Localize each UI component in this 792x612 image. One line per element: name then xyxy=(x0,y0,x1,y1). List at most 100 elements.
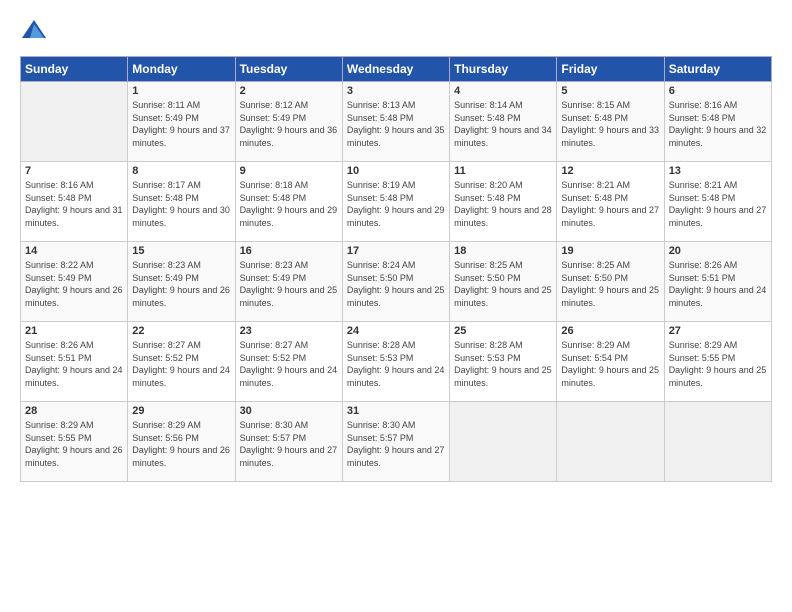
day-info: Sunrise: 8:21 AMSunset: 5:48 PMDaylight:… xyxy=(561,179,659,229)
day-cell xyxy=(664,402,771,482)
day-number: 19 xyxy=(561,245,659,257)
day-cell: 15 Sunrise: 8:23 AMSunset: 5:49 PMDayligh… xyxy=(128,242,235,322)
day-info: Sunrise: 8:27 AMSunset: 5:52 PMDaylight:… xyxy=(240,339,338,389)
day-cell: 24Sunrise: 8:28 AMSunset: 5:53 PMDayligh… xyxy=(342,322,449,402)
day-info: Sunrise: 8:29 AMSunset: 5:55 PMDaylight:… xyxy=(669,339,767,389)
day-info: Sunrise: 8:23 AMSunset: 5:49 PMDaylight:… xyxy=(132,259,230,309)
day-cell: 26 Sunrise: 8:29 AMSunset: 5:54 PMDayligh… xyxy=(557,322,664,402)
day-info: Sunrise: 8:19 AMSunset: 5:48 PMDaylight:… xyxy=(347,179,445,229)
day-info: Sunrise: 8:18 AMSunset: 5:48 PMDaylight:… xyxy=(240,179,338,229)
day-cell: 22 Sunrise: 8:27 AMSunset: 5:52 PMDayligh… xyxy=(128,322,235,402)
week-row-1: 7Sunrise: 8:16 AMSunset: 5:48 PMDaylight… xyxy=(21,162,772,242)
day-cell: 31 Sunrise: 8:30 AMSunset: 5:57 PMDayligh… xyxy=(342,402,449,482)
day-number: 22 xyxy=(132,325,230,337)
day-cell: 6Sunrise: 8:16 AMSunset: 5:48 PMDaylight… xyxy=(664,82,771,162)
day-header-thursday: Thursday xyxy=(450,57,557,82)
week-row-2: 14 Sunrise: 8:22 AMSunset: 5:49 PMDayligh… xyxy=(21,242,772,322)
day-info: Sunrise: 8:24 AMSunset: 5:50 PMDaylight:… xyxy=(347,259,445,309)
day-cell: 5Sunrise: 8:15 AMSunset: 5:48 PMDaylight… xyxy=(557,82,664,162)
week-row-3: 21 Sunrise: 8:26 AMSunset: 5:51 PMDayligh… xyxy=(21,322,772,402)
day-cell: 28 Sunrise: 8:29 AMSunset: 5:55 PMDayligh… xyxy=(21,402,128,482)
day-number: 13 xyxy=(669,165,767,177)
day-cell: 29 Sunrise: 8:29 AMSunset: 5:56 PMDayligh… xyxy=(128,402,235,482)
day-info: Sunrise: 8:28 AMSunset: 5:53 PMDaylight:… xyxy=(347,339,445,389)
day-info: Sunrise: 8:20 AMSunset: 5:48 PMDaylight:… xyxy=(454,179,552,229)
logo-icon xyxy=(20,18,48,46)
day-cell: 23 Sunrise: 8:27 AMSunset: 5:52 PMDayligh… xyxy=(235,322,342,402)
day-cell: 20 Sunrise: 8:26 AMSunset: 5:51 PMDayligh… xyxy=(664,242,771,322)
day-number: 25 xyxy=(454,325,552,337)
day-info: Sunrise: 8:22 AMSunset: 5:49 PMDaylight:… xyxy=(25,259,123,309)
day-info: Sunrise: 8:25 AMSunset: 5:50 PMDaylight:… xyxy=(454,259,552,309)
day-cell: 2 Sunrise: 8:12 AMSunset: 5:49 PMDaylight… xyxy=(235,82,342,162)
day-info: Sunrise: 8:28 AMSunset: 5:53 PMDaylight:… xyxy=(454,339,552,389)
day-info: Sunrise: 8:30 AMSunset: 5:57 PMDaylight:… xyxy=(347,419,445,469)
day-info: Sunrise: 8:17 AMSunset: 5:48 PMDaylight:… xyxy=(132,179,230,229)
day-number: 17 xyxy=(347,245,445,257)
day-number: 26 xyxy=(561,325,659,337)
day-number: 9 xyxy=(240,165,338,177)
day-cell: 21 Sunrise: 8:26 AMSunset: 5:51 PMDayligh… xyxy=(21,322,128,402)
day-number: 29 xyxy=(132,405,230,417)
day-cell: 9 Sunrise: 8:18 AMSunset: 5:48 PMDaylight… xyxy=(235,162,342,242)
day-number: 31 xyxy=(347,405,445,417)
day-cell: 30 Sunrise: 8:30 AMSunset: 5:57 PMDayligh… xyxy=(235,402,342,482)
day-cell: 10 Sunrise: 8:19 AMSunset: 5:48 PMDayligh… xyxy=(342,162,449,242)
day-number: 11 xyxy=(454,165,552,177)
calendar-table: SundayMondayTuesdayWednesdayThursdayFrid… xyxy=(20,56,772,482)
day-number: 15 xyxy=(132,245,230,257)
day-cell: 11 Sunrise: 8:20 AMSunset: 5:48 PMDayligh… xyxy=(450,162,557,242)
day-info: Sunrise: 8:16 AMSunset: 5:48 PMDaylight:… xyxy=(25,179,123,229)
day-cell xyxy=(21,82,128,162)
day-number: 21 xyxy=(25,325,123,337)
day-cell: 1 Sunrise: 8:11 AMSunset: 5:49 PMDaylight… xyxy=(128,82,235,162)
day-header-saturday: Saturday xyxy=(664,57,771,82)
day-header-sunday: Sunday xyxy=(21,57,128,82)
week-row-4: 28 Sunrise: 8:29 AMSunset: 5:55 PMDayligh… xyxy=(21,402,772,482)
day-cell xyxy=(450,402,557,482)
day-number: 30 xyxy=(240,405,338,417)
day-header-wednesday: Wednesday xyxy=(342,57,449,82)
day-header-monday: Monday xyxy=(128,57,235,82)
day-cell: 25 Sunrise: 8:28 AMSunset: 5:53 PMDayligh… xyxy=(450,322,557,402)
day-info: Sunrise: 8:21 AMSunset: 5:48 PMDaylight:… xyxy=(669,179,767,229)
day-number: 18 xyxy=(454,245,552,257)
logo xyxy=(20,18,51,46)
day-info: Sunrise: 8:25 AMSunset: 5:50 PMDaylight:… xyxy=(561,259,659,309)
day-info: Sunrise: 8:16 AMSunset: 5:48 PMDaylight:… xyxy=(669,99,767,149)
day-info: Sunrise: 8:11 AMSunset: 5:49 PMDaylight:… xyxy=(132,99,230,149)
day-cell: 13 Sunrise: 8:21 AMSunset: 5:48 PMDayligh… xyxy=(664,162,771,242)
day-cell: 16 Sunrise: 8:23 AMSunset: 5:49 PMDayligh… xyxy=(235,242,342,322)
day-info: Sunrise: 8:26 AMSunset: 5:51 PMDaylight:… xyxy=(669,259,767,309)
day-number: 20 xyxy=(669,245,767,257)
day-number: 27 xyxy=(669,325,767,337)
day-number: 12 xyxy=(561,165,659,177)
day-number: 28 xyxy=(25,405,123,417)
day-cell: 14 Sunrise: 8:22 AMSunset: 5:49 PMDayligh… xyxy=(21,242,128,322)
day-number: 3 xyxy=(347,85,445,97)
day-info: Sunrise: 8:26 AMSunset: 5:51 PMDaylight:… xyxy=(25,339,123,389)
day-info: Sunrise: 8:13 AMSunset: 5:48 PMDaylight:… xyxy=(347,99,445,149)
day-info: Sunrise: 8:30 AMSunset: 5:57 PMDaylight:… xyxy=(240,419,338,469)
day-number: 2 xyxy=(240,85,338,97)
day-number: 14 xyxy=(25,245,123,257)
day-number: 4 xyxy=(454,85,552,97)
day-header-friday: Friday xyxy=(557,57,664,82)
day-info: Sunrise: 8:29 AMSunset: 5:56 PMDaylight:… xyxy=(132,419,230,469)
day-cell: 17 Sunrise: 8:24 AMSunset: 5:50 PMDayligh… xyxy=(342,242,449,322)
day-info: Sunrise: 8:12 AMSunset: 5:49 PMDaylight:… xyxy=(240,99,338,149)
day-info: Sunrise: 8:27 AMSunset: 5:52 PMDaylight:… xyxy=(132,339,230,389)
day-cell: 19 Sunrise: 8:25 AMSunset: 5:50 PMDayligh… xyxy=(557,242,664,322)
week-row-0: 1 Sunrise: 8:11 AMSunset: 5:49 PMDaylight… xyxy=(21,82,772,162)
day-number: 16 xyxy=(240,245,338,257)
day-number: 23 xyxy=(240,325,338,337)
day-number: 5 xyxy=(561,85,659,97)
day-number: 10 xyxy=(347,165,445,177)
day-info: Sunrise: 8:29 AMSunset: 5:55 PMDaylight:… xyxy=(25,419,123,469)
day-number: 1 xyxy=(132,85,230,97)
day-cell: 18 Sunrise: 8:25 AMSunset: 5:50 PMDayligh… xyxy=(450,242,557,322)
header-row: SundayMondayTuesdayWednesdayThursdayFrid… xyxy=(21,57,772,82)
day-info: Sunrise: 8:23 AMSunset: 5:49 PMDaylight:… xyxy=(240,259,338,309)
day-info: Sunrise: 8:29 AMSunset: 5:54 PMDaylight:… xyxy=(561,339,659,389)
day-cell: 7Sunrise: 8:16 AMSunset: 5:48 PMDaylight… xyxy=(21,162,128,242)
